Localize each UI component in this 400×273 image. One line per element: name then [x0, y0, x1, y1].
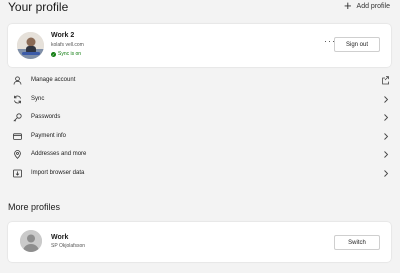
profile-email: kolafs vell.com: [51, 42, 84, 48]
other-profile-card: Work SP Okjolafsson Switch: [8, 222, 391, 262]
sync-icon: [13, 95, 22, 104]
profile-header: Your profile + Add profile: [8, 0, 390, 16]
profile-email: SP Okjolafsson: [51, 243, 86, 249]
page-title: Your profile: [8, 0, 69, 14]
check-circle-icon: ✓: [51, 51, 56, 57]
credit-card-icon: [13, 132, 22, 141]
switch-profile-button[interactable]: Switch: [334, 235, 380, 250]
menu-item-label: Import browser data: [31, 169, 85, 176]
menu-item-label: Manage account: [31, 77, 76, 83]
sync-status-label: Sync is on: [58, 51, 82, 57]
default-avatar-icon: [20, 230, 42, 252]
plus-icon: +: [343, 0, 352, 13]
sign-out-button[interactable]: Sign out: [334, 37, 380, 52]
profile-menu-list: Manage account Sync Passwords Payment in…: [8, 72, 391, 184]
external-link-icon: [382, 76, 389, 85]
add-profile-button[interactable]: + Add profile: [344, 0, 390, 12]
profile-name: Work: [51, 234, 69, 241]
chevron-right-icon: [382, 95, 389, 104]
person-icon: [13, 76, 22, 85]
profile-name: Work 2: [51, 32, 75, 39]
menu-item-label: Sync: [31, 95, 45, 102]
menu-item-addresses[interactable]: Addresses and more: [8, 146, 391, 165]
menu-item-label: Passwords: [31, 114, 61, 121]
location-pin-icon: [13, 150, 22, 160]
profile-settings-page: Your profile + Add profile Work 2 kolafs…: [0, 0, 400, 273]
menu-item-import-browser-data[interactable]: Import browser data: [8, 165, 391, 184]
chevron-right-icon: [382, 113, 389, 122]
menu-item-label: Payment info: [31, 132, 67, 139]
current-profile-card: Work 2 kolafs vell.com ✓ Sync is on ··· …: [8, 24, 391, 67]
menu-item-sync[interactable]: Sync: [8, 91, 391, 110]
profile-avatar: [17, 32, 44, 59]
menu-item-manage-account[interactable]: Manage account: [8, 72, 391, 91]
key-icon: [13, 113, 22, 122]
add-profile-label: Add profile: [356, 2, 390, 10]
chevron-right-icon: [382, 169, 389, 178]
menu-item-label: Addresses and more: [31, 151, 87, 158]
more-profiles-title: More profiles: [8, 202, 61, 212]
menu-item-payment-info[interactable]: Payment info: [8, 128, 391, 147]
chevron-right-icon: [382, 150, 389, 159]
chevron-right-icon: [382, 132, 389, 141]
sync-status: ✓ Sync is on: [51, 51, 81, 57]
menu-item-passwords[interactable]: Passwords: [8, 109, 391, 128]
import-icon: [13, 169, 22, 178]
